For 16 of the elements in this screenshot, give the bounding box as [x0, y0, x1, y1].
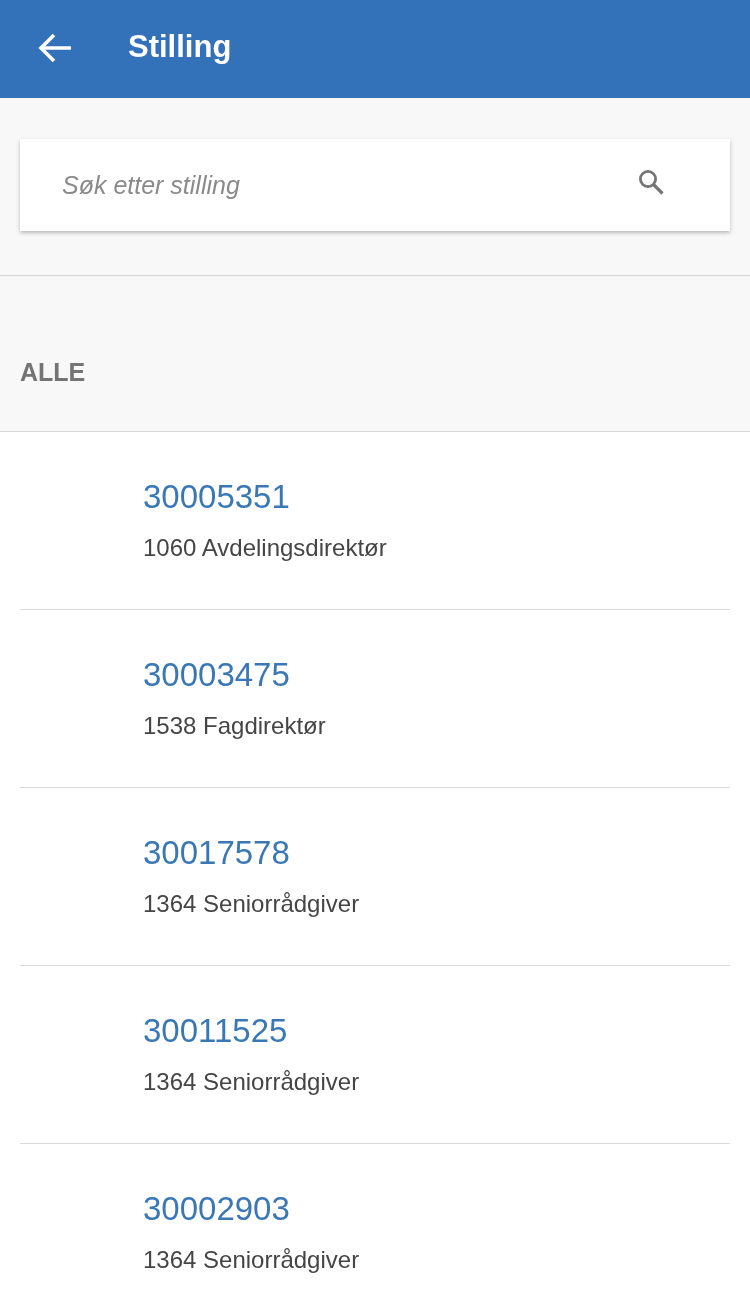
- search-icon[interactable]: [638, 169, 664, 195]
- screen-title: Stilling: [128, 28, 232, 66]
- position-title: 1538 Fagdirektør: [143, 711, 326, 741]
- position-number[interactable]: 30011525: [143, 1011, 288, 1051]
- back-arrow-icon[interactable]: [38, 32, 72, 63]
- search-bar[interactable]: Søk etter stilling: [20, 139, 730, 231]
- position-title: 1364 Seniorrådgiver: [143, 1067, 360, 1097]
- position-title: 1060 Avdelingsdirektør: [143, 533, 387, 563]
- search-field[interactable]: Søk etter stilling: [62, 167, 618, 203]
- section-heading: ALLE: [20, 357, 86, 387]
- position-number[interactable]: 30017578: [143, 833, 290, 873]
- position-number[interactable]: 30002903: [143, 1189, 290, 1229]
- position-title: 1364 Seniorrådgiver: [143, 889, 360, 919]
- position-number[interactable]: 30005351: [143, 477, 290, 517]
- position-number[interactable]: 30003475: [143, 655, 290, 695]
- position-title: 1364 Seniorrådgiver: [143, 1245, 360, 1275]
